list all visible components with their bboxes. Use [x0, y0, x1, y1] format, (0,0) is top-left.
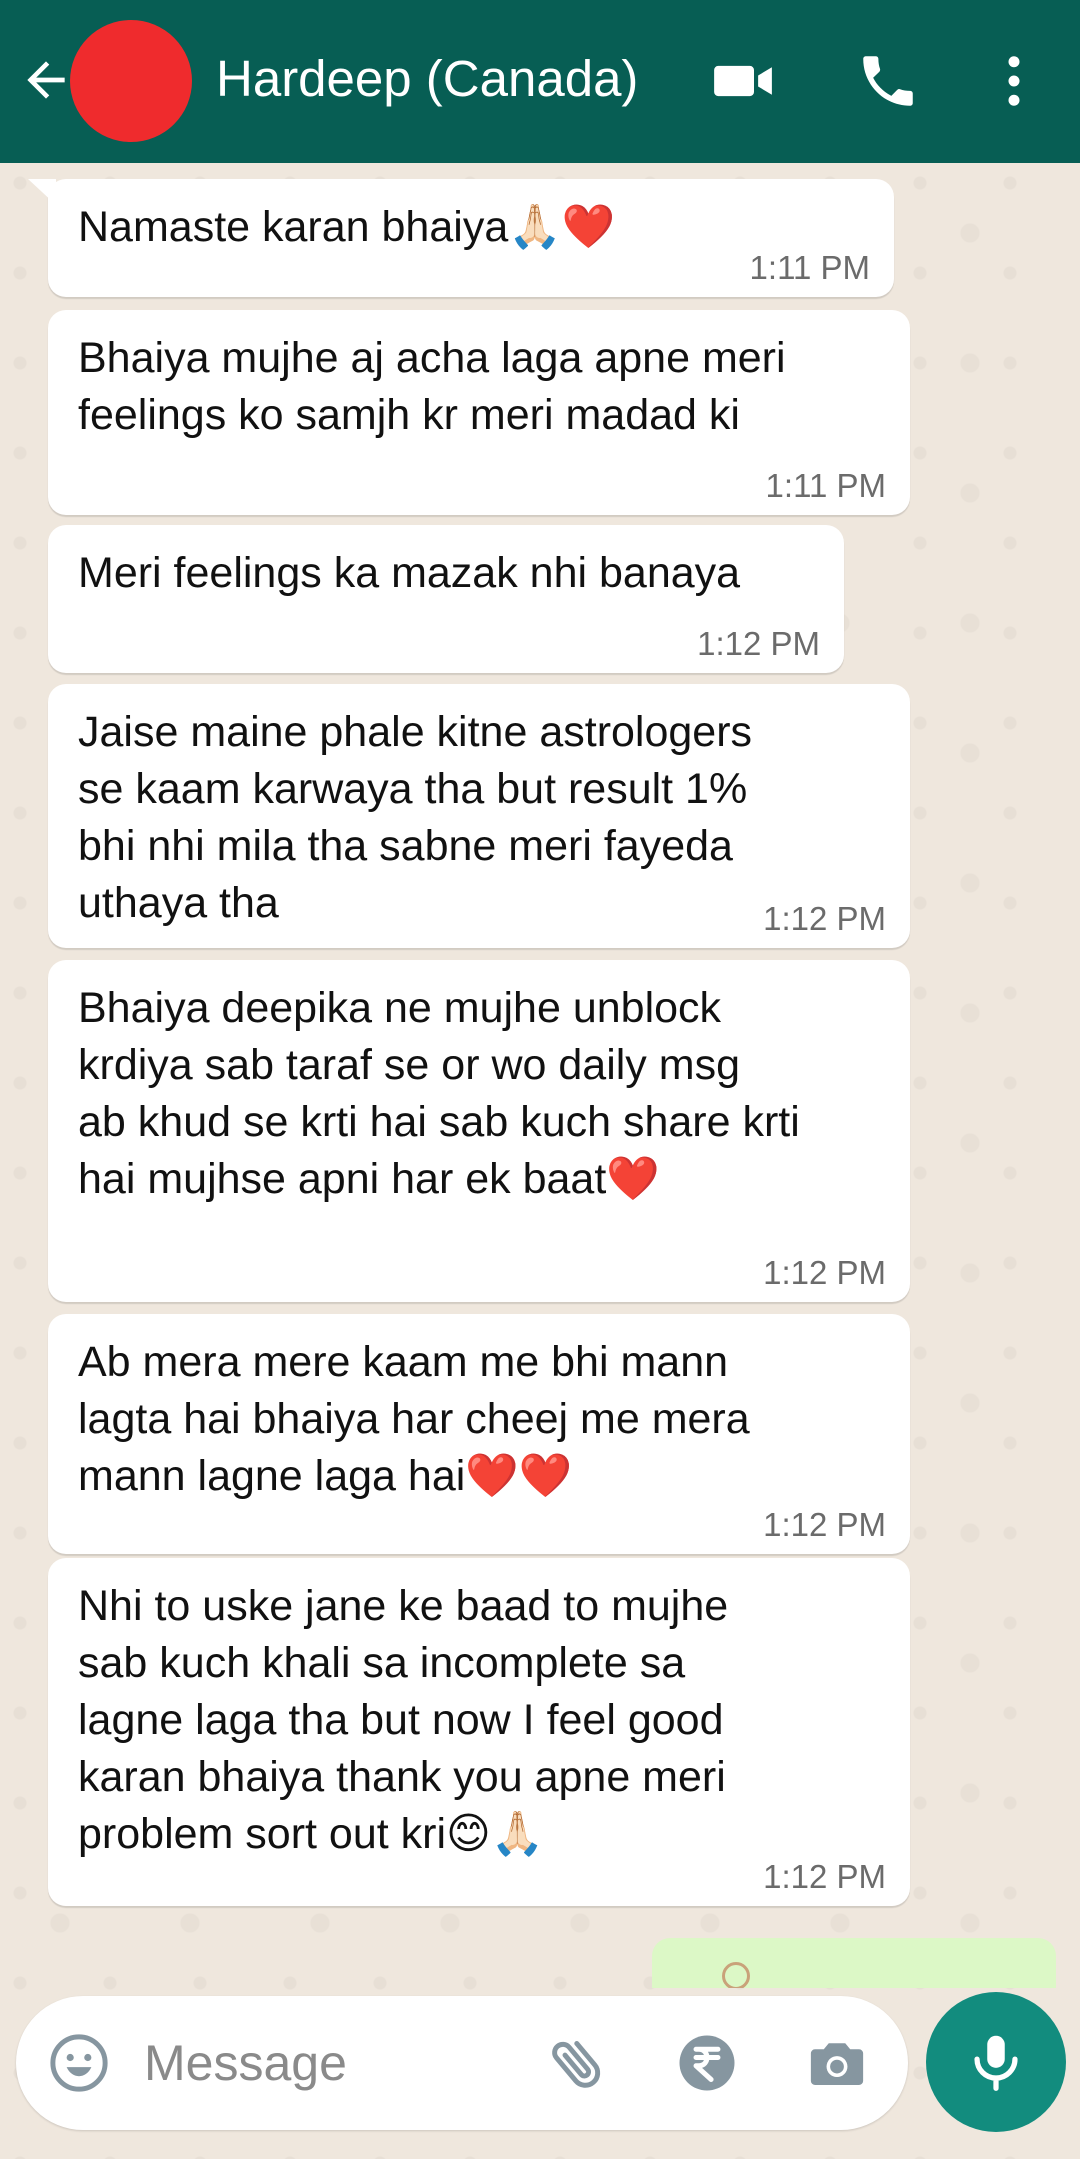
avatar[interactable] [70, 20, 192, 142]
message-text: Meri feelings ka mazak nhi banaya [78, 549, 741, 597]
message-emoji: ❤️❤️ [465, 1451, 573, 1501]
payment-rupee-icon[interactable] [674, 2030, 740, 2096]
more-options-icon[interactable] [981, 48, 1047, 114]
message-text: Bhaiya deepika ne mujhe unblock krdiya s… [78, 984, 800, 1203]
chat-header: Hardeep (Canada) [0, 0, 1080, 163]
message-time: 1:12 PM [763, 900, 886, 937]
message-text: Nhi to uske jane ke baad to mujhe sab ku… [78, 1582, 729, 1858]
message-time: 1:11 PM [765, 467, 886, 504]
message-bubble[interactable]: Ab mera mere kaam me bhi mann lagta hai … [48, 1314, 910, 1554]
message-emoji: 😊🙏🏻 [446, 1809, 545, 1859]
outgoing-message-partial[interactable] [652, 1938, 1056, 1988]
message-time: 1:12 PM [763, 1506, 886, 1543]
message-time: 1:12 PM [763, 1858, 886, 1895]
contact-name[interactable]: Hardeep (Canada) [216, 44, 638, 114]
back-arrow-icon[interactable] [18, 52, 74, 108]
message-text: Namaste karan bhaiya [78, 203, 509, 251]
message-time: 1:12 PM [763, 1254, 886, 1291]
message-emoji: 🙏🏻❤️ [508, 202, 616, 252]
camera-icon[interactable] [804, 2030, 870, 2096]
message-text: Ab mera mere kaam me bhi mann lagta hai … [78, 1338, 750, 1500]
message-bubble[interactable]: Meri feelings ka mazak nhi banaya 1:12 P… [48, 525, 844, 673]
message-bubble[interactable]: Bhaiya mujhe aj acha laga apne meri feel… [48, 310, 910, 515]
emoji-icon[interactable] [46, 2030, 112, 2096]
message-emoji: ❤️ [606, 1154, 660, 1204]
attach-icon[interactable] [544, 2030, 610, 2096]
emoji-partial [722, 1962, 750, 1988]
message-text: Bhaiya mujhe aj acha laga apne meri feel… [78, 334, 786, 439]
message-bubble[interactable]: Jaise maine phale kitne astrologers se k… [48, 684, 910, 948]
video-call-icon[interactable] [710, 48, 776, 114]
voice-call-icon[interactable] [855, 48, 921, 114]
message-bubble[interactable]: Nhi to uske jane ke baad to mujhe sab ku… [48, 1558, 910, 1906]
message-bubble[interactable]: Bhaiya deepika ne mujhe unblock krdiya s… [48, 960, 910, 1302]
message-time: 1:12 PM [697, 625, 820, 662]
message-input[interactable]: Message [144, 2034, 347, 2092]
voice-record-button[interactable] [926, 1992, 1066, 2132]
message-input-bar: Message [16, 1996, 908, 2130]
message-time: 1:11 PM [749, 249, 870, 286]
microphone-icon [974, 2035, 1018, 2091]
message-text: Jaise maine phale kitne astrologers se k… [78, 708, 753, 927]
message-bubble[interactable]: Namaste karan bhaiya🙏🏻❤️ 1:11 PM [28, 179, 894, 297]
